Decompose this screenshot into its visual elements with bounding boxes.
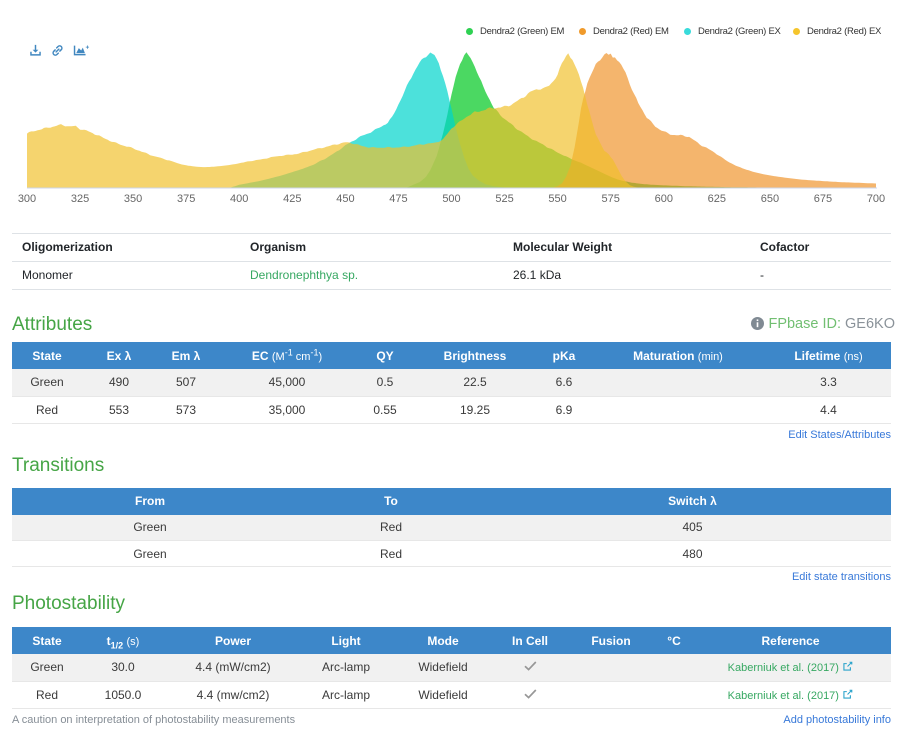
- svg-text:500: 500: [442, 193, 460, 205]
- svg-text:350: 350: [124, 193, 142, 205]
- svg-text:375: 375: [177, 193, 195, 205]
- svg-text:325: 325: [71, 193, 89, 205]
- svg-text:550: 550: [548, 193, 566, 205]
- svg-text:650: 650: [761, 193, 779, 205]
- svg-text:600: 600: [655, 193, 673, 205]
- svg-text:400: 400: [230, 193, 248, 205]
- svg-text:575: 575: [602, 193, 620, 205]
- svg-text:675: 675: [814, 193, 832, 205]
- svg-text:450: 450: [336, 193, 354, 205]
- svg-text:425: 425: [283, 193, 301, 205]
- svg-text:625: 625: [708, 193, 726, 205]
- svg-text:525: 525: [495, 193, 513, 205]
- svg-text:700: 700: [867, 193, 885, 205]
- svg-text:475: 475: [389, 193, 407, 205]
- svg-text:300: 300: [18, 193, 36, 205]
